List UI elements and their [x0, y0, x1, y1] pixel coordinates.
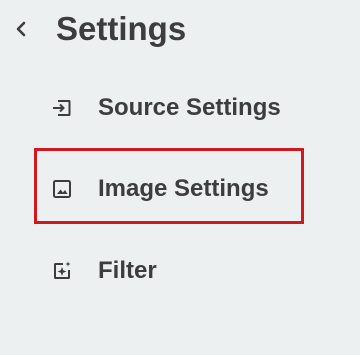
chevron-left-icon [16, 21, 26, 37]
menu-item-label: Image Settings [98, 175, 269, 202]
settings-header: Settings [0, 0, 360, 62]
page-title: Settings [56, 10, 187, 47]
menu-item-label: Source Settings [98, 94, 281, 121]
settings-panel: Settings Source Settings Image Settings [0, 0, 360, 355]
menu-item-image-settings[interactable]: Image Settings [40, 159, 302, 219]
sparkle-filter-icon [50, 259, 74, 283]
image-icon [50, 177, 74, 201]
input-arrow-icon [50, 96, 74, 120]
menu-item-filter[interactable]: Filter [40, 241, 302, 301]
menu-item-source-settings[interactable]: Source Settings [40, 78, 302, 138]
menu-item-label: Filter [98, 257, 157, 284]
back-button[interactable] [8, 14, 34, 44]
